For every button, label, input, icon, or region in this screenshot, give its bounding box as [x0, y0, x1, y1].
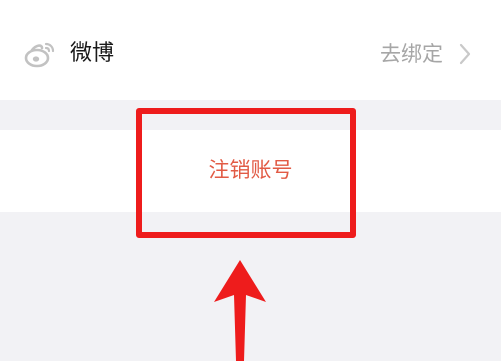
chevron-right-icon: [459, 43, 471, 65]
weibo-icon: [24, 42, 55, 68]
weibo-binding-row[interactable]: 微博 去绑定: [0, 0, 501, 100]
bind-weibo-link[interactable]: 去绑定: [380, 36, 443, 72]
weibo-label: 微博: [70, 41, 115, 66]
arrow-up-icon: [214, 260, 266, 361]
highlight-box: [136, 108, 356, 238]
